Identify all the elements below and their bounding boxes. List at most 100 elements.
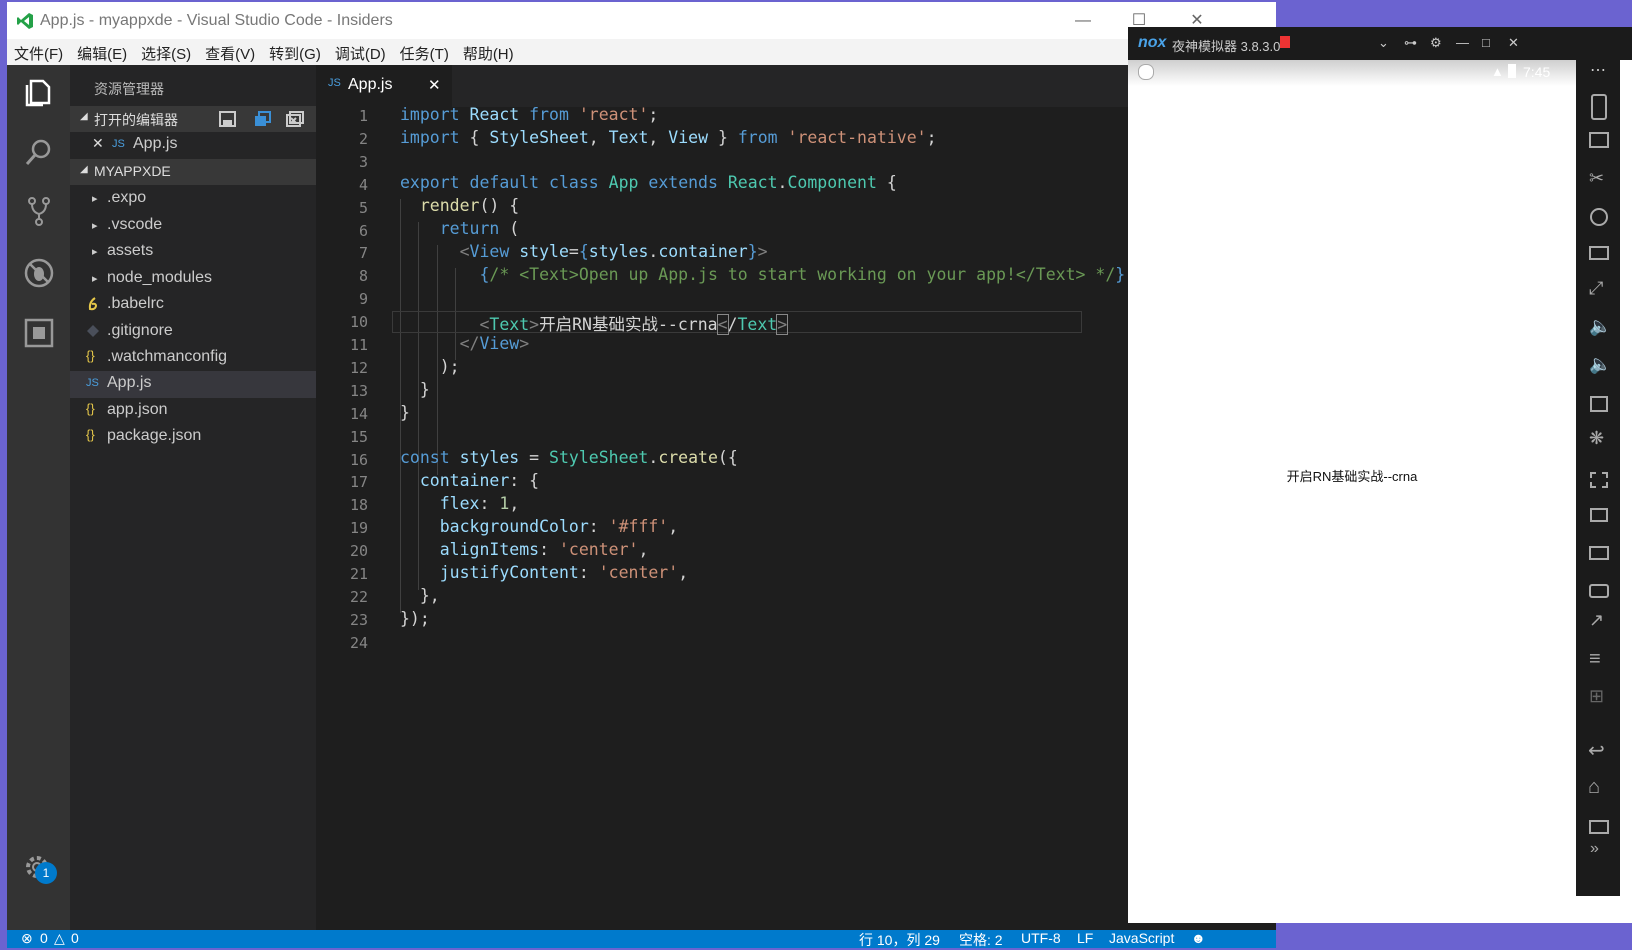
line-number: 9 xyxy=(358,290,368,309)
explorer-title: 资源管理器 xyxy=(94,81,164,97)
maximize-icon[interactable]: □ xyxy=(1482,35,1490,50)
tree-item-babelrc[interactable]: .babelrc xyxy=(70,292,322,319)
language-mode[interactable]: JavaScript xyxy=(1109,930,1174,946)
multi-instance-icon[interactable] xyxy=(1589,546,1609,560)
status-bar: ⊗ 0 △ 0 行 10，列 29 空格: 2 UTF-8 LF JavaScr… xyxy=(7,930,1276,948)
tree-item-assets[interactable]: ▸ assets xyxy=(70,239,322,266)
error-icon[interactable]: ⊗ xyxy=(21,930,33,947)
open-editor-filename: App.js xyxy=(133,135,178,152)
save-all-icon[interactable] xyxy=(218,110,238,128)
menu-help[interactable]: 帮助(H) xyxy=(456,39,521,64)
open-editor-item[interactable]: ✕ JS App.js xyxy=(70,132,322,159)
encoding[interactable]: UTF-8 xyxy=(1021,930,1061,946)
code-line: container: { xyxy=(419,471,540,490)
wifi-signal-icon: ▲ xyxy=(1491,64,1504,79)
record-icon[interactable] xyxy=(1590,508,1608,522)
tree-item-appjson[interactable]: {} app.json xyxy=(70,398,322,425)
tab-appjs[interactable]: JS App.js ✕ xyxy=(316,65,452,107)
volume-up-icon[interactable]: 🔈 xyxy=(1589,316,1611,337)
loading-icon[interactable]: ❋ xyxy=(1589,428,1604,449)
source-control-icon[interactable] xyxy=(21,193,57,229)
menu-edit[interactable]: 编辑(E) xyxy=(70,39,134,64)
warning-count[interactable]: 0 xyxy=(71,930,79,946)
open-editors-label: 打开的编辑器 xyxy=(94,112,178,128)
warning-icon[interactable]: △ xyxy=(54,930,65,947)
code-line: export default class App extends React.C… xyxy=(400,173,897,192)
json-file-icon: {} xyxy=(86,348,95,363)
minimize-icon[interactable]: — xyxy=(1069,8,1097,34)
install-apk-icon[interactable] xyxy=(1590,396,1608,412)
dropdown-icon[interactable]: ⌄ xyxy=(1378,35,1389,51)
location-icon[interactable] xyxy=(1590,208,1608,226)
close-all-icon[interactable] xyxy=(285,110,305,128)
menu-selection[interactable]: 选择(S) xyxy=(134,39,198,64)
more-icon[interactable]: ⋯ xyxy=(1590,60,1606,80)
recent-apps-icon[interactable] xyxy=(1589,820,1609,834)
tree-item-appjs[interactable]: JS App.js xyxy=(70,371,322,398)
explorer-icon[interactable] xyxy=(21,75,57,111)
open-editors-section[interactable]: ◢ 打开的编辑器 xyxy=(70,106,322,132)
tree-item-label: package.json xyxy=(107,427,202,444)
gear-icon[interactable]: ⚙ xyxy=(1430,35,1442,51)
tree-item-label: assets xyxy=(107,242,154,259)
search-icon[interactable] xyxy=(21,135,57,171)
line-number: 13 xyxy=(349,381,368,400)
code-line: return ( xyxy=(439,219,520,238)
add-icon[interactable]: ⊞ xyxy=(1589,686,1604,707)
tree-item-node-modules[interactable]: ▸ node_modules xyxy=(70,266,322,293)
feedback-smiley-icon[interactable]: ☻ xyxy=(1191,930,1206,946)
cursor-position[interactable]: 行 10，列 29 xyxy=(859,930,940,950)
scissors-icon[interactable]: ✂ xyxy=(1589,168,1604,189)
android-status-bar: ▲ 7:45 xyxy=(1128,60,1576,86)
back-icon[interactable]: ↩ xyxy=(1588,738,1605,763)
expand-icon[interactable]: » xyxy=(1590,840,1599,858)
menu-icon[interactable]: ≡ xyxy=(1589,648,1601,671)
tree-item-packagejson[interactable]: {} package.json xyxy=(70,424,322,451)
volume-down-icon[interactable]: 🔈 xyxy=(1589,354,1611,375)
end-of-line[interactable]: LF xyxy=(1077,930,1093,946)
save-files-icon[interactable] xyxy=(252,110,272,128)
line-number: 17 xyxy=(349,473,368,492)
tab-close-icon[interactable]: ✕ xyxy=(428,76,441,94)
screenshot-icon[interactable] xyxy=(1590,472,1608,488)
error-count[interactable]: 0 xyxy=(40,930,48,946)
code-line: flex: 1, xyxy=(439,494,520,513)
fullscreen-icon[interactable]: ⤢ xyxy=(1589,278,1603,299)
vscode-titlebar: App.js - myappxde - Visual Studio Code -… xyxy=(7,2,1276,41)
pin-icon[interactable]: ⊶ xyxy=(1404,35,1417,51)
tree-item-gitignore[interactable]: .gitignore xyxy=(70,319,322,346)
tree-item-expo[interactable]: ▸ .expo xyxy=(70,186,322,213)
line-number: 8 xyxy=(358,267,368,286)
close-icon[interactable]: ✕ xyxy=(1508,35,1519,51)
screen-icon[interactable] xyxy=(1589,246,1609,260)
menu-tasks[interactable]: 任务(T) xyxy=(393,39,456,64)
extensions-icon[interactable] xyxy=(21,315,57,351)
project-section[interactable]: ◢ MYAPPXDE xyxy=(70,159,322,185)
home-icon[interactable]: ⌂ xyxy=(1588,776,1600,799)
code-line: </View> xyxy=(459,334,530,353)
gamepad-icon[interactable] xyxy=(1589,584,1609,598)
chevron-right-icon: ▸ xyxy=(92,273,98,285)
line-number: 24 xyxy=(349,633,368,652)
keyboard-icon[interactable] xyxy=(1589,132,1609,148)
json-file-icon: {} xyxy=(86,427,95,442)
tree-item-vscode[interactable]: ▸ .vscode xyxy=(70,213,322,240)
close-editor-icon[interactable]: ✕ xyxy=(92,135,104,152)
menu-debug[interactable]: 调试(D) xyxy=(328,39,393,64)
code-line: <Text>开启RN基础实战--crna</Text> xyxy=(479,314,789,335)
tree-item-label: app.json xyxy=(107,401,168,418)
debug-icon[interactable] xyxy=(21,255,57,291)
menu-file[interactable]: 文件(F) xyxy=(7,39,70,64)
link-icon[interactable]: ↗ xyxy=(1589,610,1604,631)
indentation[interactable]: 空格: 2 xyxy=(959,930,1003,950)
window-title: App.js - myappxde - Visual Studio Code -… xyxy=(40,12,393,29)
minimize-icon[interactable]: — xyxy=(1456,35,1469,50)
menu-go[interactable]: 转到(G) xyxy=(262,39,328,64)
code-editor[interactable]: 1 2 3 4 5 6 7 8 9 10 11 12 13 14 15 16 17 18 19 20 21 22 23 24 … xyxy=(316,105,1270,930)
clock: 7:45 xyxy=(1523,64,1551,80)
shake-icon[interactable] xyxy=(1591,94,1607,120)
menu-view[interactable]: 查看(V) xyxy=(198,39,262,64)
line-number: 15 xyxy=(349,427,368,446)
line-number: 22 xyxy=(349,587,368,606)
tree-item-watchmanconfig[interactable]: {} .watchmanconfig xyxy=(70,345,322,372)
